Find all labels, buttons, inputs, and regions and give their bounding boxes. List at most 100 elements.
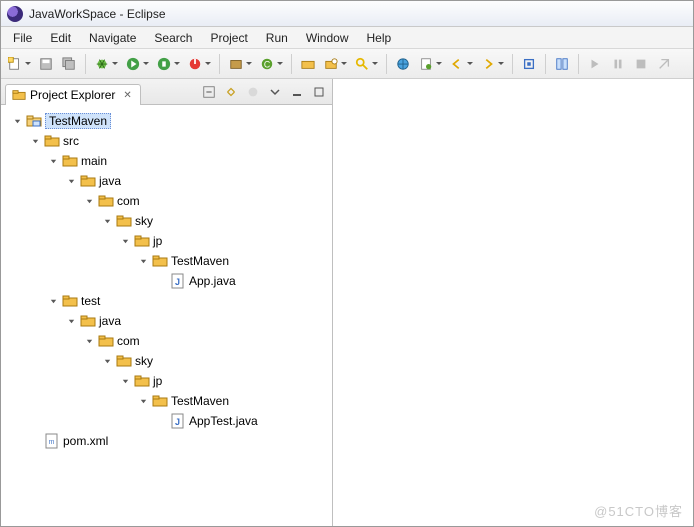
tree-node[interactable]: TestMaven <box>5 111 328 131</box>
menu-help[interactable]: Help <box>359 29 400 47</box>
perspective-button[interactable] <box>552 54 572 74</box>
tree-node[interactable]: sky <box>5 351 328 371</box>
folder-icon <box>98 333 114 349</box>
collapse-all-button[interactable] <box>200 83 218 101</box>
menu-project[interactable]: Project <box>202 29 255 47</box>
view-toolbar <box>200 83 328 104</box>
twisty-expanded-icon[interactable] <box>83 195 95 207</box>
pin-button[interactable] <box>519 54 539 74</box>
menu-window[interactable]: Window <box>298 29 357 47</box>
minimize-view-button[interactable] <box>288 83 306 101</box>
tree-node[interactable]: jp <box>5 231 328 251</box>
svg-text:J: J <box>175 417 180 427</box>
back-button[interactable] <box>447 54 467 74</box>
resume-button[interactable] <box>585 54 605 74</box>
tree-node[interactable]: m pom.xml <box>5 431 328 451</box>
twisty-expanded-icon[interactable] <box>65 315 77 327</box>
twisty-expanded-icon[interactable] <box>119 235 131 247</box>
tree-node-label: sky <box>135 354 153 368</box>
terminate-button[interactable] <box>631 54 651 74</box>
twisty-expanded-icon[interactable] <box>11 115 23 127</box>
search-button[interactable] <box>352 54 372 74</box>
folder-icon <box>116 353 132 369</box>
tree-node[interactable]: com <box>5 331 328 351</box>
twisty-expanded-icon[interactable] <box>83 335 95 347</box>
twisty-none <box>155 275 167 287</box>
workspace: Project Explorer ✕ TestMavensrcmainjavac… <box>1 79 693 526</box>
folder-icon <box>134 373 150 389</box>
tree-node[interactable]: TestMaven <box>5 391 328 411</box>
twisty-expanded-icon[interactable] <box>137 395 149 407</box>
menu-navigate[interactable]: Navigate <box>81 29 144 47</box>
focus-task-button[interactable] <box>244 83 262 101</box>
open-task-button[interactable] <box>321 54 341 74</box>
toolbar: C <box>1 49 693 79</box>
twisty-expanded-icon[interactable] <box>101 355 113 367</box>
forward-button[interactable] <box>478 54 498 74</box>
java-icon: J <box>170 413 186 429</box>
new-button[interactable] <box>5 54 25 74</box>
twisty-expanded-icon[interactable] <box>101 215 113 227</box>
tree-node-label: test <box>81 294 100 308</box>
tree-node[interactable]: J AppTest.java <box>5 411 328 431</box>
annotations-button[interactable] <box>416 54 436 74</box>
link-editor-button[interactable] <box>222 83 240 101</box>
save-button[interactable] <box>36 54 56 74</box>
tree-node-label: TestMaven <box>45 113 111 129</box>
tree-node[interactable]: sky <box>5 211 328 231</box>
menu-edit[interactable]: Edit <box>42 29 79 47</box>
tree-node[interactable]: TestMaven <box>5 251 328 271</box>
tree-node-label: src <box>63 134 79 148</box>
tree-node-label: main <box>81 154 107 168</box>
open-type-button[interactable] <box>298 54 318 74</box>
tree-node[interactable]: test <box>5 291 328 311</box>
tree-node-label: pom.xml <box>63 434 108 448</box>
disconnect-button[interactable] <box>654 54 674 74</box>
project-explorer-icon <box>12 88 26 102</box>
project-explorer-pane: Project Explorer ✕ TestMavensrcmainjavac… <box>1 79 333 526</box>
tree-node-label: AppTest.java <box>189 414 258 428</box>
tree-node[interactable]: JApp.java <box>5 271 328 291</box>
folder-icon <box>152 253 168 269</box>
maximize-view-button[interactable] <box>310 83 328 101</box>
folder-icon <box>80 173 96 189</box>
tree-node[interactable]: main <box>5 151 328 171</box>
project-explorer-tab[interactable]: Project Explorer ✕ <box>5 84 141 105</box>
new-class-button[interactable]: C <box>257 54 277 74</box>
save-all-button[interactable] <box>59 54 79 74</box>
menu-file[interactable]: File <box>5 29 40 47</box>
tree-node[interactable]: src <box>5 131 328 151</box>
twisty-none <box>155 415 167 427</box>
window-title: JavaWorkSpace - Eclipse <box>29 7 166 21</box>
run-last-button[interactable] <box>154 54 174 74</box>
twisty-expanded-icon[interactable] <box>47 295 59 307</box>
folder-icon <box>62 153 78 169</box>
twisty-expanded-icon[interactable] <box>119 375 131 387</box>
new-package-button[interactable] <box>226 54 246 74</box>
twisty-expanded-icon[interactable] <box>137 255 149 267</box>
svg-text:C: C <box>264 59 270 69</box>
folder-icon <box>152 393 168 409</box>
run-button[interactable] <box>123 54 143 74</box>
debug-button[interactable] <box>92 54 112 74</box>
suspend-button[interactable] <box>608 54 628 74</box>
java-icon: J <box>170 273 186 289</box>
project-tree[interactable]: TestMavensrcmainjavacomskyjpTestMavenJAp… <box>1 105 332 526</box>
tree-node[interactable]: com <box>5 191 328 211</box>
svg-text:m: m <box>49 439 55 446</box>
editor-area <box>333 79 693 526</box>
view-menu-button[interactable] <box>266 83 284 101</box>
twisty-expanded-icon[interactable] <box>29 135 41 147</box>
twisty-expanded-icon[interactable] <box>65 175 77 187</box>
menu-run[interactable]: Run <box>258 29 296 47</box>
tree-node[interactable]: jp <box>5 371 328 391</box>
tree-node-label: jp <box>153 374 162 388</box>
external-tools-button[interactable] <box>185 54 205 74</box>
tree-node[interactable]: java <box>5 311 328 331</box>
twisty-expanded-icon[interactable] <box>47 155 59 167</box>
tree-node[interactable]: java <box>5 171 328 191</box>
tab-close-icon[interactable]: ✕ <box>123 90 131 101</box>
menu-search[interactable]: Search <box>146 29 200 47</box>
tree-node-label: java <box>99 314 121 328</box>
web-browser-button[interactable] <box>393 54 413 74</box>
